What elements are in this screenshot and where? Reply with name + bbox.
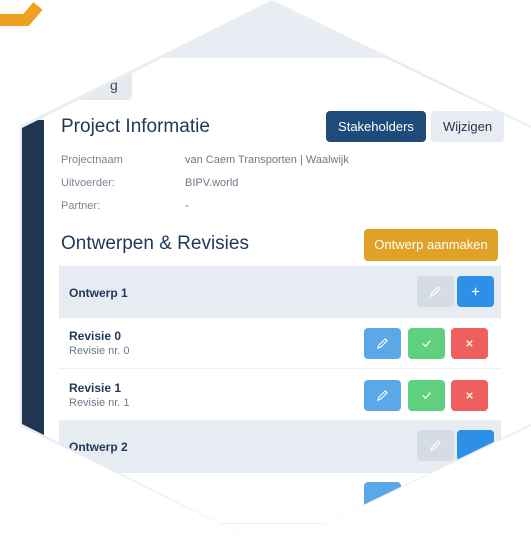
revision-number: Revisie nr. 0 [69,345,130,357]
x-icon [466,392,473,399]
design-name: Ontwerp 1 [69,286,128,300]
field-label-partner: Partner: [61,200,101,212]
design-row: Ontwerp 1 [59,266,501,318]
app-window: g Project Informatie Stakeholders Wijzig… [22,4,531,549]
pencil-icon [376,338,388,350]
approve-revision-button[interactable] [408,380,445,411]
field-label-projectnaam: Projectnaam [61,154,123,166]
pencil-icon [376,390,388,402]
revision-row: Revisie 1 Revisie nr. 1 [59,370,501,421]
edit-design-button[interactable] [417,430,454,461]
sidebar [22,120,44,440]
edit-revision-button[interactable] [364,328,401,359]
pencil-icon [429,440,441,452]
reject-revision-button[interactable] [451,328,488,359]
revision-row: Revisie 0 Revisie nr. 0 [59,318,501,369]
x-icon [466,340,473,347]
field-value-uitvoerder: BIPV.world [185,177,239,189]
revision-name: Revisie 1 [69,381,122,395]
stakeholders-button[interactable]: Stakeholders [326,111,426,142]
revision-number: Revisie nr. 1 [69,397,130,409]
revision-row [59,473,501,524]
check-icon [422,392,431,400]
project-info-title: Project Informatie [61,116,210,137]
field-value-projectnaam: van Caem Transporten | Waalwijk [185,154,349,166]
edit-revision-button[interactable] [364,482,401,513]
field-label-uitvoerder: Uitvoerder: [61,177,115,189]
edit-design-button[interactable] [417,276,454,307]
create-design-button[interactable]: Ontwerp aanmaken [364,229,498,261]
plus-icon [471,287,480,296]
field-value-partner: - [185,200,189,212]
check-icon [422,340,431,348]
design-row: Ontwerp 2 [59,421,501,473]
back-button[interactable]: g [70,70,132,100]
edit-revision-button[interactable] [364,380,401,411]
edit-project-button[interactable]: Wijzigen [431,111,504,142]
main-content: g Project Informatie Stakeholders Wijzig… [44,4,531,549]
revision-name: Revisie 0 [69,329,122,343]
reject-revision-button[interactable] [451,380,488,411]
add-revision-button[interactable] [457,276,494,307]
design-name: Ontwerp 2 [69,440,128,454]
hexagon-screenshot: g Project Informatie Stakeholders Wijzig… [22,4,531,549]
approve-revision-button[interactable] [408,328,445,359]
pencil-icon [429,286,441,298]
designs-title: Ontwerpen & Revisies [61,233,249,254]
orange-arrow-decoration [0,2,43,26]
